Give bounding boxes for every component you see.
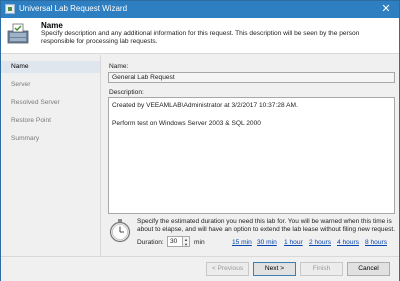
preset-1-hour-link[interactable]: 1 hour <box>284 239 303 246</box>
name-field[interactable]: General Lab Request <box>108 72 395 83</box>
clock-icon <box>109 219 131 243</box>
duration-input[interactable]: 30 <box>167 236 183 247</box>
duration-unit: min <box>194 239 205 246</box>
preset-8-hours-link[interactable]: 8 hours <box>365 239 387 246</box>
duration-label: Duration: <box>137 239 164 246</box>
preset-4-hours-link[interactable]: 4 hours <box>337 239 359 246</box>
description-line: Perform test on Windows Server 2003 & SQ… <box>112 120 261 127</box>
sidebar-item-restore-point[interactable]: Restore Point <box>1 115 100 127</box>
wizard-window: Universal Lab Request Wizard ✕ Name Spec… <box>0 0 400 281</box>
next-button[interactable]: Next > <box>253 262 296 276</box>
page-description: Specify description and any additional i… <box>41 30 360 45</box>
description-field[interactable]: Created by VEEAMLAB\Administrator at 3/2… <box>108 97 395 214</box>
lab-request-icon <box>7 23 29 44</box>
cancel-button[interactable]: Cancel <box>347 262 390 276</box>
preset-30-min-link[interactable]: 30 min <box>257 239 277 246</box>
finish-button[interactable]: Finish <box>300 262 343 276</box>
preset-2-hours-link[interactable]: 2 hours <box>309 239 331 246</box>
description-label: Description: <box>109 89 144 96</box>
sidebar-item-name[interactable]: Name <box>1 61 100 73</box>
app-icon <box>5 4 15 14</box>
spinner-down-icon[interactable]: ▼ <box>183 242 189 247</box>
description-line: Created by VEEAMLAB\Administrator at 3/2… <box>112 102 298 109</box>
window-title: Universal Lab Request Wizard <box>19 4 128 13</box>
wizard-footer: < Previous Next > Finish Cancel <box>1 256 399 281</box>
wizard-steps: Name Server Resolved Server Restore Poin… <box>1 55 101 256</box>
duration-spinner[interactable]: ▲ ▼ <box>183 236 190 247</box>
name-label: Name: <box>109 63 129 70</box>
wizard-header: Name Specify description and any additio… <box>1 18 399 54</box>
sidebar-item-server[interactable]: Server <box>1 79 100 91</box>
page-title: Name <box>41 21 63 30</box>
duration-note: Specify the estimated duration you need … <box>137 218 396 233</box>
close-icon[interactable]: ✕ <box>379 1 393 17</box>
sidebar-item-summary[interactable]: Summary <box>1 133 100 145</box>
title-bar: Universal Lab Request Wizard ✕ <box>1 1 399 18</box>
preset-15-min-link[interactable]: 15 min <box>232 239 252 246</box>
sidebar-item-resolved-server[interactable]: Resolved Server <box>1 97 100 109</box>
previous-button[interactable]: < Previous <box>206 262 249 276</box>
